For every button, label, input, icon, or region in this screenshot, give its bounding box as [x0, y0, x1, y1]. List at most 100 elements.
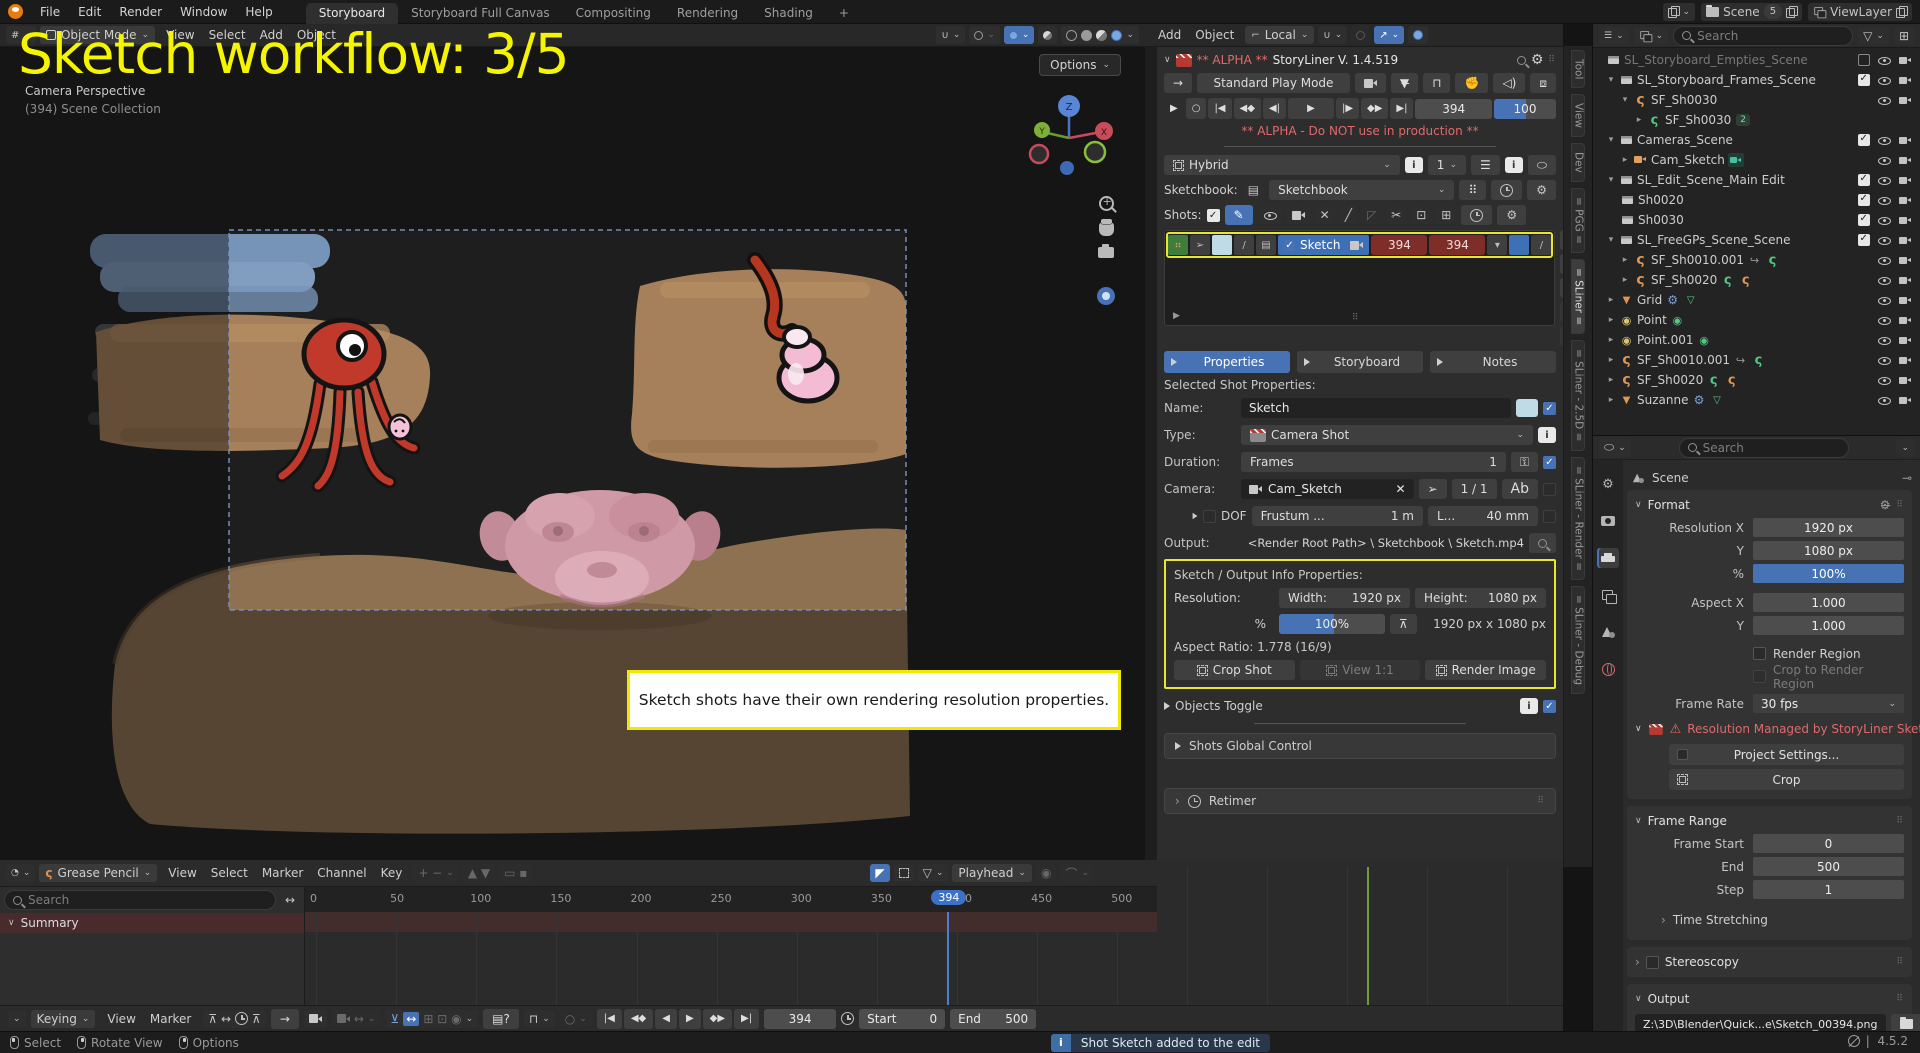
disable-render-icon[interactable] — [1898, 194, 1912, 207]
menu-item[interactable]: Help — [236, 2, 281, 22]
hide-eye-icon[interactable] — [1877, 234, 1891, 247]
dof-checkbox[interactable] — [1203, 510, 1216, 523]
gizmo-toggle-icon[interactable]: ↗⌄ — [1374, 26, 1404, 44]
outliner-row[interactable]: ▸ Suzanne — [1593, 390, 1920, 410]
footer-menu-item[interactable]: View — [100, 1012, 142, 1026]
viewport-menu-item[interactable]: Object — [1188, 28, 1241, 42]
outliner-row[interactable]: ▸ Point — [1593, 310, 1920, 330]
reset-percent-icon[interactable]: ⊼ — [1390, 614, 1417, 634]
camera-extra-checkbox[interactable] — [1543, 483, 1556, 496]
onion-icons[interactable]: ↔ ⌄ — [332, 1010, 381, 1028]
render-region-checkbox[interactable] — [1753, 647, 1766, 660]
camera-field[interactable]: Cam_Sketch✕ — [1241, 479, 1414, 499]
outliner-row[interactable]: SL_Storyboard_Empties_Scene — [1593, 50, 1920, 70]
overlays-toggle-icon[interactable] — [1408, 26, 1428, 44]
blender-logo-icon[interactable] — [8, 4, 23, 19]
audio-icon-button[interactable]: ◁) — [1493, 73, 1525, 93]
grid-icon-button[interactable]: ⠿ — [1459, 180, 1486, 200]
hide-eye-icon[interactable] — [1877, 334, 1891, 347]
frame-range-field[interactable]: 0 — [1753, 834, 1904, 853]
dopesheet-menu-item[interactable]: Marker — [255, 866, 310, 880]
outliner-row[interactable]: Sh0030 — [1593, 210, 1920, 230]
expand-closed-icon[interactable]: ▸ — [1606, 295, 1616, 305]
workspace-tab[interactable]: Shading — [751, 3, 826, 24]
gizmo-toggle-icon[interactable]: ⌄ — [1004, 26, 1035, 44]
options-dropdown-icon[interactable]: ⌄ — [1896, 439, 1914, 457]
snap-icon[interactable]: ∪⌄ — [1318, 26, 1347, 44]
resolution-warning-row[interactable]: ∨ ⚠ Resolution Managed by StoryLiner Ske… — [1635, 718, 1904, 740]
expand-closed-icon[interactable]: ▸ — [1606, 375, 1616, 385]
disable-render-icon[interactable] — [1898, 214, 1912, 227]
draw-pencil-button[interactable]: ✎ — [1225, 205, 1253, 225]
interpolation-icon[interactable]: ⌒⌄ — [1060, 864, 1094, 882]
dopesheet-mode-selector[interactable]: ςGrease Pencil⌄ — [39, 864, 157, 882]
sync-arrow-button[interactable]: → — [271, 1009, 299, 1029]
shot-name-cell[interactable]: ✓ Sketch — [1278, 235, 1369, 255]
main-3d-viewport[interactable]: #⌄ Object Mode⌄ ViewSelectAddObject ∪⌄ ⌄… — [0, 24, 1145, 860]
disable-render-icon[interactable] — [1898, 314, 1912, 327]
filter-funnel-icon[interactable]: ▽⌄ — [918, 864, 949, 882]
montage-icon-button[interactable] — [1355, 73, 1386, 93]
browse-folder-icon[interactable] — [1891, 1014, 1920, 1031]
output-path-field[interactable]: Z:\3D\Blender\Quick...e\Sketch_00394.png — [1635, 1014, 1886, 1031]
aspect-value-field[interactable]: 1.000 — [1753, 616, 1904, 635]
exclude-checkbox[interactable] — [1858, 134, 1870, 146]
format-value-field[interactable]: 1080 px — [1753, 541, 1904, 560]
disable-render-icon[interactable] — [1898, 74, 1912, 87]
tab-render[interactable] — [1597, 511, 1619, 531]
workspace-tab[interactable]: + — [826, 3, 862, 24]
resolution-percent-slider[interactable]: 100% — [1279, 614, 1385, 634]
crop-button[interactable]: Crop — [1669, 769, 1904, 790]
toggle-pill-icon[interactable]: ⬭ — [1528, 155, 1556, 175]
editor-type-icon[interactable]: ⬭⌄ — [1599, 439, 1631, 457]
expand-open-icon[interactable]: ▾ — [1606, 75, 1616, 85]
shot-list-item-selected[interactable]: ⠶ ➢ / ▤ ✓ Sketch 394 394 ▾ — [1168, 234, 1551, 256]
play-button[interactable]: ▶ — [1288, 98, 1334, 119]
fullscreen-icon-button[interactable]: ⧈ — [1530, 73, 1556, 93]
exclude-checkbox[interactable] — [1858, 194, 1870, 206]
percent-slider[interactable]: 100 — [1494, 99, 1556, 119]
orientation-selector[interactable]: ⌐Local⌄ — [1245, 26, 1314, 44]
record-icon[interactable]: ○ — [1186, 98, 1207, 119]
outliner-row[interactable]: Sh0020 — [1593, 190, 1920, 210]
shot-type-selector[interactable]: Camera Shot⌄ — [1241, 425, 1533, 445]
hide-eye-icon[interactable] — [1877, 134, 1891, 147]
scene-selector[interactable]: Scene 5 — [1701, 3, 1802, 21]
row-name[interactable]: SF_Sh0010.001 — [1651, 253, 1744, 267]
disable-render-icon[interactable] — [1898, 154, 1912, 167]
row-name[interactable]: SL_FreeGPs_Scene_Scene — [1637, 233, 1791, 247]
outliner-row[interactable]: ▾ SL_Edit_Scene_Main Edit — [1593, 170, 1920, 190]
menu-item[interactable]: Render — [110, 2, 171, 22]
snap-icon[interactable]: ∪⌄ — [936, 26, 965, 44]
jump-keyframe-icons[interactable]: ⊼ ↔ ⊼ — [203, 1010, 265, 1028]
framerate-selector[interactable]: 30 fps⌄ — [1753, 694, 1904, 713]
expand-open-icon[interactable]: ▾ — [1606, 235, 1616, 245]
sketch-canvas[interactable] — [0, 47, 1145, 860]
npanel-tab[interactable]: = SLiner - Render = — [1571, 457, 1586, 580]
hide-eye-icon[interactable] — [1877, 254, 1891, 267]
shot-enabled-checkbox[interactable]: ✓ — [1543, 402, 1556, 415]
row-name[interactable]: SL_Storyboard_Frames_Scene — [1637, 73, 1816, 87]
disable-render-icon[interactable] — [1898, 354, 1912, 367]
editor-type-icon[interactable]: ☰⌄ — [1599, 27, 1629, 45]
stereoscopy-checkbox[interactable] — [1646, 956, 1659, 969]
aspect-value-field[interactable]: 1.000 — [1753, 593, 1904, 612]
format-panel-header[interactable]: ∨Format ⚙̶⠿ — [1635, 495, 1904, 515]
stack-icon-button[interactable]: ⊓ — [1423, 73, 1450, 93]
playhead-snap-selector[interactable]: Playhead⌄ — [952, 864, 1032, 882]
cut-tool-icon[interactable]: ✂ — [1386, 206, 1406, 224]
row-name[interactable]: SF_Sh0020 — [1637, 373, 1703, 387]
dopesheet-menu-item[interactable]: Channel — [310, 866, 373, 880]
take-selector[interactable]: 1⌄ — [1428, 155, 1466, 175]
duration-field[interactable]: Frames1 — [1241, 452, 1506, 472]
new-collection-icon[interactable]: ⊞ — [1894, 27, 1914, 45]
layout-icon[interactable]: ⊓⌄ — [524, 1010, 555, 1028]
outliner-row[interactable]: ▸ SF_Sh0030 2 — [1593, 110, 1920, 130]
snap-blue-icons[interactable]: ⊻ ↔ ⊞ ⊡ ◉ ⌄ — [386, 1010, 479, 1028]
open-output-folder-icon[interactable] — [1529, 533, 1556, 553]
frame-range-field[interactable]: 1 — [1753, 880, 1904, 899]
row-name[interactable]: Grid — [1637, 293, 1662, 307]
menu-item[interactable]: Edit — [69, 2, 110, 22]
outliner-row[interactable]: ▸ Grid — [1593, 290, 1920, 310]
hide-eye-icon[interactable] — [1877, 154, 1891, 167]
